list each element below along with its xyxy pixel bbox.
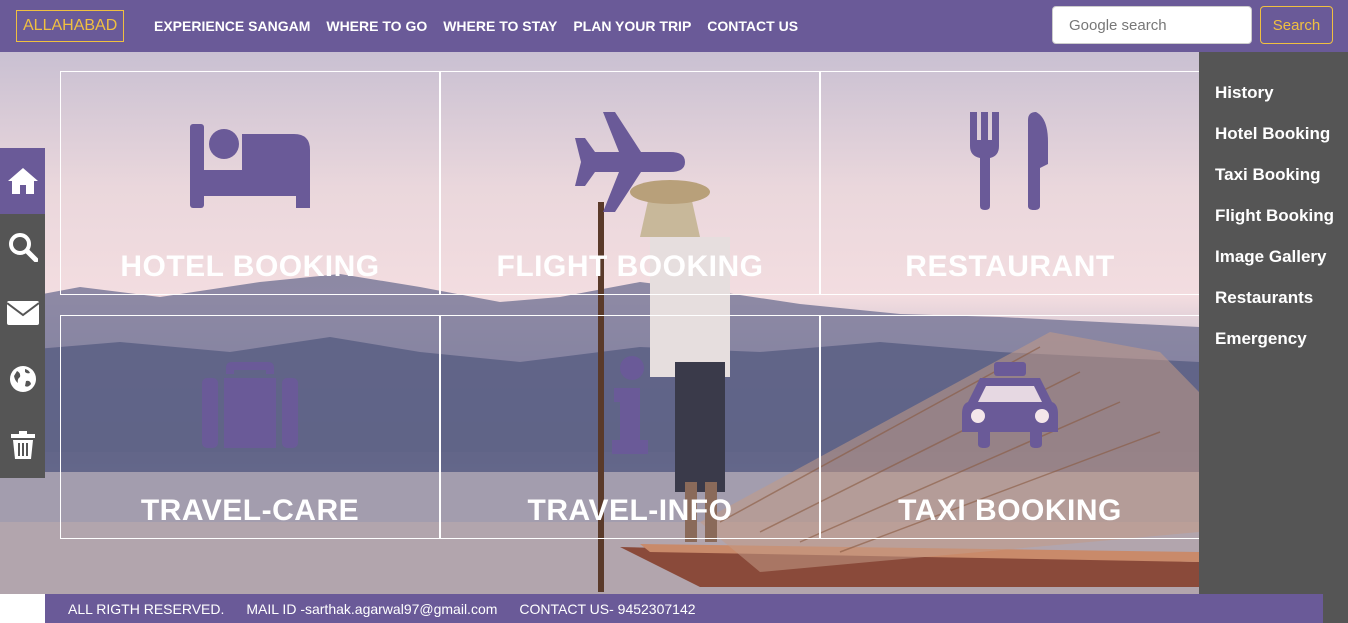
nav-links: EXPERIENCE SANGAM WHERE TO GO WHERE TO S… — [154, 0, 814, 52]
menu-item-emergency[interactable]: Emergency — [1199, 326, 1348, 367]
right-sidebar-menu: History Hotel Booking Taxi Booking Fligh… — [1199, 52, 1348, 623]
bed-icon — [190, 124, 310, 208]
search-button[interactable]: Search — [1260, 6, 1333, 44]
home-icon[interactable] — [0, 148, 45, 214]
tile-label: TRAVEL-CARE — [140, 494, 360, 527]
tile-label: TRAVEL-INFO — [527, 494, 733, 527]
plane-icon — [575, 112, 685, 212]
top-navbar: ALLAHABAD EXPERIENCE SANGAM WHERE TO GO … — [0, 0, 1348, 52]
brand-logo[interactable]: ALLAHABAD — [16, 10, 125, 42]
footer-mail: MAIL ID -sarthak.agarwal97@gmail.com — [246, 600, 498, 617]
tile-label: RESTAURANT — [905, 250, 1115, 283]
tile-restaurant[interactable]: RESTAURANT — [820, 71, 1200, 295]
nav-contact-us[interactable]: CONTACT US — [707, 18, 798, 34]
menu-item-flight-booking[interactable]: Flight Booking — [1199, 203, 1348, 244]
taxi-icon — [962, 362, 1058, 448]
footer-rights: ALL RIGTH RESERVED. — [68, 600, 225, 617]
tile-label: HOTEL BOOKING — [120, 250, 380, 283]
footer: ALL RIGTH RESERVED. MAIL ID -sarthak.aga… — [45, 594, 1323, 623]
menu-item-restaurants[interactable]: Restaurants — [1199, 285, 1348, 326]
tile-travel-care[interactable]: TRAVEL-CARE — [60, 315, 440, 539]
tile-travel-info[interactable]: TRAVEL-INFO — [440, 315, 820, 539]
menu-item-hotel-booking[interactable]: Hotel Booking — [1199, 121, 1348, 162]
footer-contact: CONTACT US- 9452307142 — [519, 600, 696, 617]
nav-where-to-go[interactable]: WHERE TO GO — [326, 18, 427, 34]
search-input[interactable] — [1052, 6, 1252, 44]
search-icon[interactable] — [0, 214, 45, 280]
mail-icon[interactable] — [0, 280, 45, 346]
cutlery-icon — [970, 112, 1048, 210]
tile-flight-booking[interactable]: FLIGHT BOOKING — [440, 71, 820, 295]
tile-label: TAXI BOOKING — [898, 494, 1122, 527]
trash-icon[interactable] — [0, 412, 45, 478]
nav-where-to-stay[interactable]: WHERE TO STAY — [443, 18, 557, 34]
tile-taxi-booking[interactable]: TAXI BOOKING — [820, 315, 1200, 539]
nav-plan-your-trip[interactable]: PLAN YOUR TRIP — [573, 18, 691, 34]
left-icon-bar — [0, 148, 45, 478]
tile-label: FLIGHT BOOKING — [496, 250, 764, 283]
suitcase-icon — [202, 362, 298, 448]
globe-icon[interactable] — [0, 346, 45, 412]
info-icon — [612, 356, 648, 454]
menu-item-history[interactable]: History — [1199, 80, 1348, 121]
tile-hotel-booking[interactable]: HOTEL BOOKING — [60, 71, 440, 295]
menu-item-taxi-booking[interactable]: Taxi Booking — [1199, 162, 1348, 203]
nav-experience-sangam[interactable]: EXPERIENCE SANGAM — [154, 18, 310, 34]
menu-item-image-gallery[interactable]: Image Gallery — [1199, 244, 1348, 285]
